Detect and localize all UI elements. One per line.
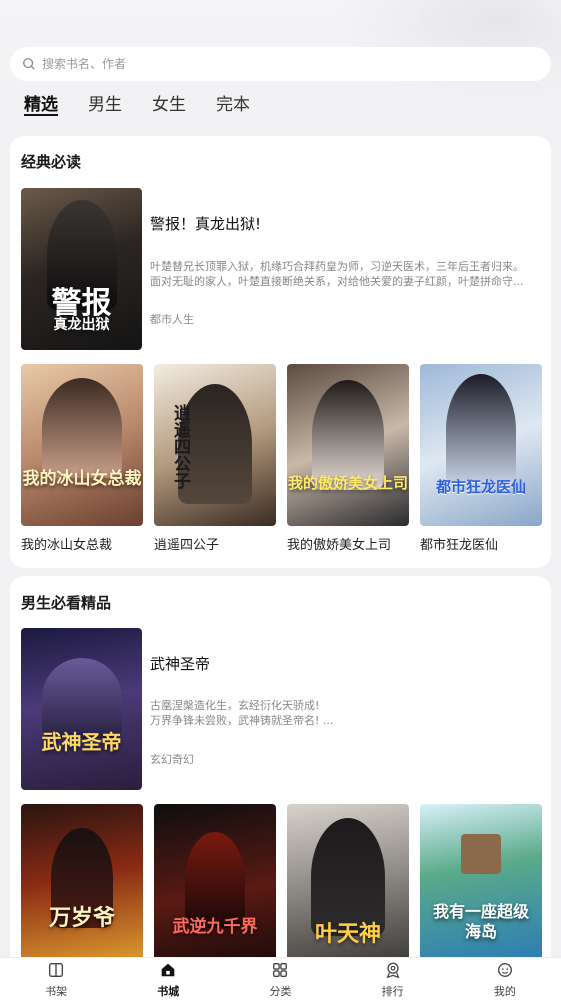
ranking-icon	[386, 962, 400, 979]
book-name: 都市狂龙医仙	[420, 538, 499, 553]
nav-bookstore[interactable]: 书城	[138, 961, 198, 999]
cover-title: 我的冰山女总裁	[22, 469, 142, 489]
book-item[interactable]: 逍遥四公子 逍遥四公子	[154, 364, 276, 553]
nav-label: 书城	[157, 985, 180, 998]
nav-category[interactable]: 分类	[250, 961, 310, 999]
nav-label: 书架	[45, 985, 68, 998]
book-cover[interactable]: 万岁爷	[21, 804, 143, 966]
tab-completed[interactable]: 完本	[216, 93, 250, 117]
bookshelf-icon	[49, 963, 64, 977]
featured-book-category: 玄幻奇幻	[150, 753, 194, 766]
featured-book-title[interactable]: 警报！真龙出狱!	[150, 213, 261, 234]
cover-title: 叶天神	[314, 921, 381, 947]
featured-book-cover[interactable]: 武神圣帝	[21, 628, 142, 790]
description-line: 万界争锋未尝败，武神铸就圣帝名! ...	[150, 714, 334, 727]
book-cover[interactable]: 我的冰山女总裁	[21, 364, 143, 526]
nav-bookshelf[interactable]: 书架	[26, 961, 86, 999]
book-name: 我的傲娇美女上司	[287, 538, 392, 553]
search-input[interactable]	[42, 57, 522, 71]
section-title: 男生必看精品	[21, 594, 112, 612]
featured-book-description: 叶楚替兄长顶罪入狱，机缘巧合拜药皇为师，习逆天医术，三年后王者归来。 面对无耻的…	[150, 259, 540, 289]
book-cover[interactable]: 逍遥四公子	[154, 364, 276, 526]
book-name: 我的冰山女总裁	[21, 538, 113, 553]
book-item[interactable]: 我的傲娇美女上司 我的傲娇美女上司	[287, 364, 409, 553]
bookstore-icon	[161, 963, 175, 977]
cover-title: 逍遥四公子	[170, 404, 190, 489]
book-item[interactable]: 武逆九千界	[154, 804, 276, 974]
cover-title: 万岁爷	[48, 905, 115, 931]
featured-book-cover[interactable]: 警报 真龙出狱	[21, 188, 142, 350]
description-line: 面对无耻的家人，叶楚直接断绝关系，对给他关爱的妻子红颜，叶楚拼命守...	[150, 275, 524, 288]
nav-profile[interactable]: 我的	[475, 961, 535, 999]
cover-title: 我的傲娇美女上司	[287, 474, 408, 492]
book-item[interactable]: 叶天神	[287, 804, 409, 974]
search-bar[interactable]	[10, 47, 551, 81]
book-cover[interactable]: 我的傲娇美女上司	[287, 364, 409, 526]
book-item[interactable]: 我的冰山女总裁 我的冰山女总裁	[21, 364, 143, 553]
featured-book-title[interactable]: 武神圣帝	[150, 653, 210, 674]
book-cover[interactable]: 武逆九千界	[154, 804, 276, 966]
book-cover[interactable]: 叶天神	[287, 804, 409, 966]
book-item[interactable]: 万岁爷	[21, 804, 143, 974]
description-line: 古凰涅槃造化生，玄经衍化天骄成!	[150, 699, 320, 712]
book-cover[interactable]: 我有一座超级海岛	[420, 804, 542, 966]
nav-label: 分类	[269, 985, 292, 998]
nav-label: 排行	[381, 985, 404, 998]
category-tabs: 精选 男生 女生 完本	[24, 93, 250, 117]
book-grid: 我的冰山女总裁 我的冰山女总裁 逍遥四公子 逍遥四公子 我的傲娇美女上司 我的傲	[21, 364, 542, 553]
nav-label: 我的	[493, 985, 516, 998]
search-icon	[23, 58, 35, 70]
book-item[interactable]: 我有一座超级海岛	[420, 804, 542, 974]
cover-title-main: 武神圣帝	[41, 730, 122, 754]
cover-title: 武逆九千界	[172, 917, 258, 937]
featured-book-description: 古凰涅槃造化生，玄经衍化天骄成! 万界争锋未尝败，武神铸就圣帝名! ...	[150, 698, 540, 728]
section-title: 经典必读	[21, 153, 82, 171]
section-classic: 经典必读 警报 真龙出狱 警报！真龙出狱! 叶楚替兄长顶罪入狱，机缘巧合拜药皇为…	[10, 136, 551, 568]
nav-ranking[interactable]: 排行	[363, 961, 423, 999]
cover-title-sub: 真龙出狱	[53, 317, 110, 333]
tab-female[interactable]: 女生	[152, 93, 186, 117]
book-grid: 万岁爷 武逆九千界 叶天神 我有一座超级海岛	[21, 804, 542, 974]
cover-title: 都市狂龙医仙	[435, 478, 526, 496]
category-icon	[273, 963, 288, 977]
bottom-nav: 书架 书城 分类 排行 我的	[0, 957, 561, 1002]
book-name: 逍遥四公子	[154, 538, 220, 553]
tab-male[interactable]: 男生	[88, 93, 122, 117]
tab-featured[interactable]: 精选	[24, 93, 58, 117]
description-line: 叶楚替兄长顶罪入狱，机缘巧合拜药皇为师，习逆天医术，三年后王者归来。	[150, 260, 524, 273]
book-cover[interactable]: 都市狂龙医仙	[420, 364, 542, 526]
featured-book-category: 都市人生	[150, 313, 194, 326]
profile-icon	[497, 963, 512, 977]
cover-title: 我有一座超级海岛	[432, 902, 529, 941]
book-item[interactable]: 都市狂龙医仙 都市狂龙医仙	[420, 364, 542, 553]
section-male-picks: 男生必看精品 武神圣帝 武神圣帝 古凰涅槃造化生，玄经衍化天骄成! 万界争锋未尝…	[10, 576, 551, 976]
